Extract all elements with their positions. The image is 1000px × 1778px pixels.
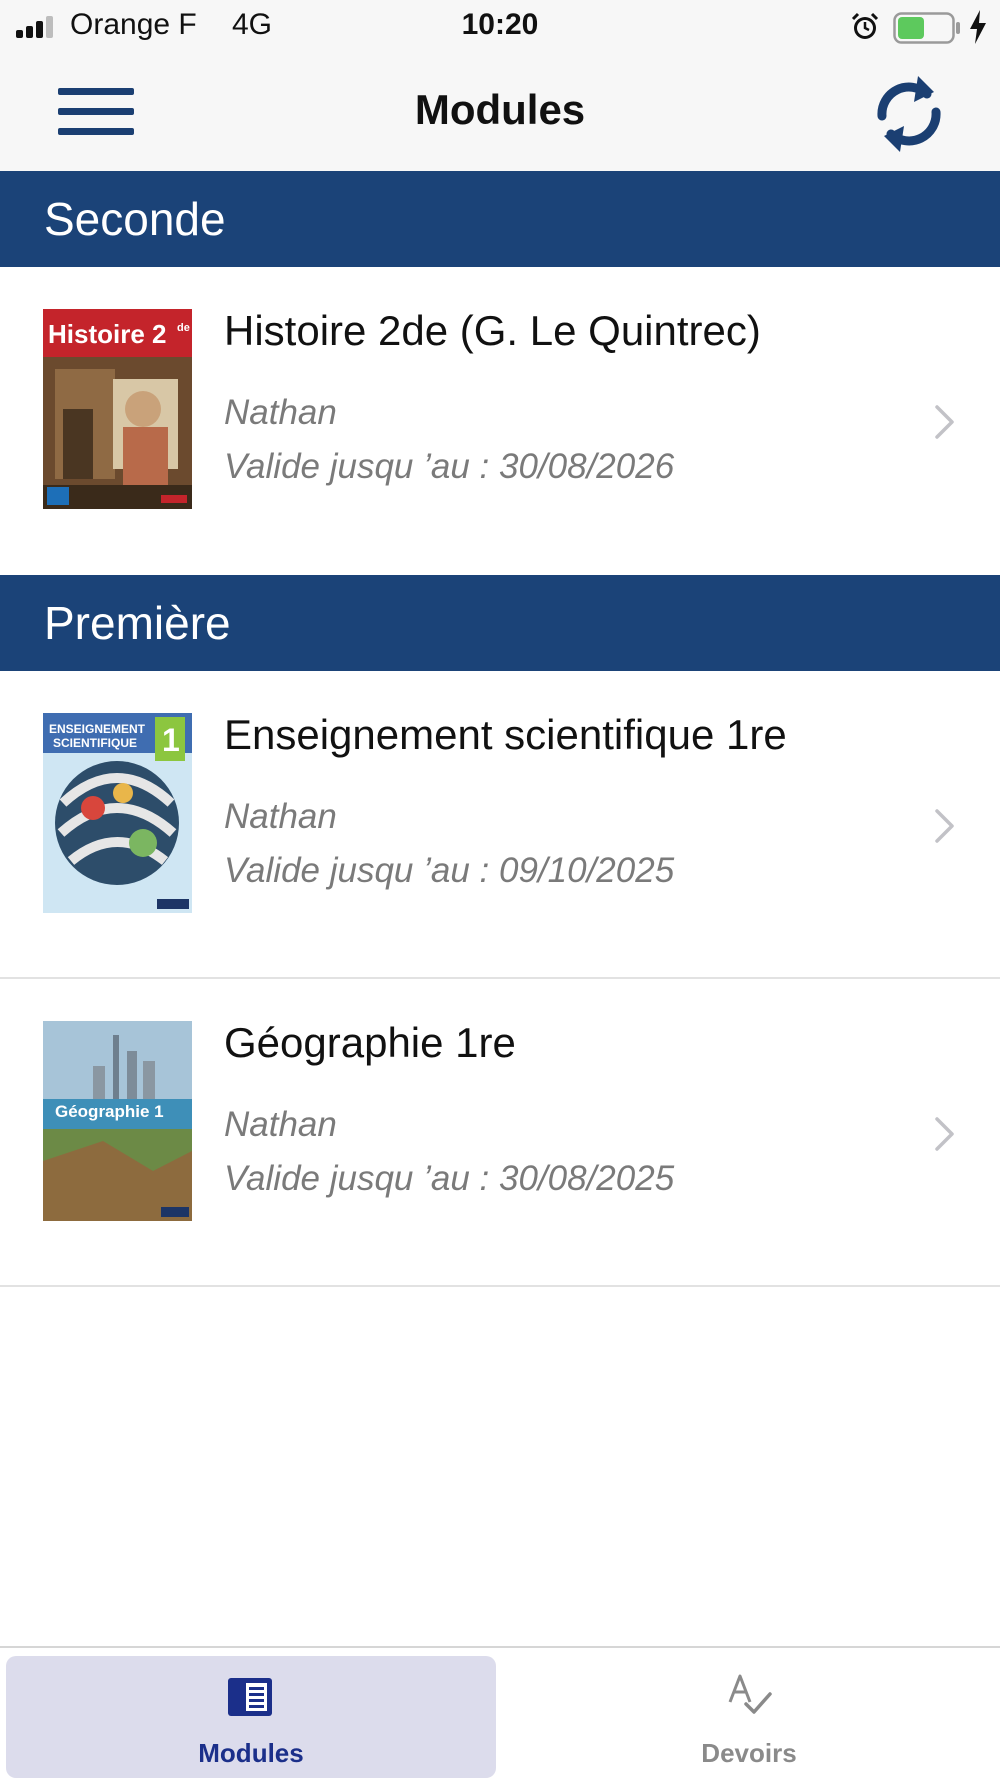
module-title: Enseignement scientifique 1re bbox=[224, 711, 787, 758]
module-publisher: Nathan bbox=[224, 393, 337, 432]
module-validity: Valide jusqu ’au : 09/10/2025 bbox=[224, 851, 675, 890]
svg-text:Histoire 2: Histoire 2 bbox=[48, 319, 167, 349]
chevron-right-icon bbox=[935, 405, 954, 439]
svg-text:ENSEIGNEMENT: ENSEIGNEMENT bbox=[49, 722, 146, 736]
module-row-geographie[interactable]: Géographie 1 Géographie 1re Nathan Valid… bbox=[0, 979, 1000, 1285]
tab-devoirs-label: Devoirs bbox=[701, 1738, 797, 1768]
svg-text:1: 1 bbox=[162, 722, 180, 758]
charging-icon bbox=[970, 10, 986, 44]
tab-modules[interactable]: Modules bbox=[6, 1656, 496, 1778]
section-header-premiere: Première bbox=[0, 575, 1000, 671]
page-title: Modules bbox=[414, 86, 586, 133]
svg-text:Géographie 1: Géographie 1 bbox=[55, 1102, 164, 1121]
refresh-icon[interactable] bbox=[872, 66, 946, 162]
row-divider bbox=[0, 1285, 1000, 1287]
status-bar: Orange F 4G 10:20 bbox=[0, 0, 1000, 56]
book-cover-geographie: Géographie 1 bbox=[43, 1021, 192, 1221]
spellcheck-icon bbox=[728, 1674, 772, 1714]
chevron-right-icon bbox=[935, 1117, 954, 1151]
section-header-seconde: Seconde bbox=[0, 171, 1000, 267]
module-validity: Valide jusqu ’au : 30/08/2025 bbox=[224, 1159, 675, 1198]
nav-bar: Modules bbox=[0, 56, 1000, 171]
module-publisher: Nathan bbox=[224, 797, 337, 836]
battery-icon bbox=[893, 12, 960, 44]
module-validity: Valide jusqu ’au : 30/08/2026 bbox=[224, 447, 675, 486]
alarm-icon bbox=[851, 12, 879, 39]
module-row-enseignement-scientifique[interactable]: ENSEIGNEMENT SCIENTIFIQUE 1 Enseignement… bbox=[0, 671, 1000, 977]
module-publisher: Nathan bbox=[224, 1105, 337, 1144]
book-cover-histoire: Histoire 2 de bbox=[43, 309, 192, 509]
svg-text:de: de bbox=[177, 322, 190, 334]
module-row-histoire[interactable]: Histoire 2 de Histoire 2de (G. Le Quintr… bbox=[0, 267, 1000, 575]
tab-modules-label: Modules bbox=[198, 1738, 304, 1768]
tab-bar: Modules Devoirs bbox=[0, 1646, 1000, 1778]
tab-devoirs[interactable]: Devoirs bbox=[504, 1656, 994, 1778]
book-icon bbox=[228, 1678, 272, 1716]
book-cover-enseignement-scientifique: ENSEIGNEMENT SCIENTIFIQUE 1 bbox=[43, 713, 192, 913]
chevron-right-icon bbox=[935, 809, 954, 843]
svg-text:SCIENTIFIQUE: SCIENTIFIQUE bbox=[53, 736, 137, 750]
module-title: Géographie 1re bbox=[224, 1019, 516, 1066]
module-title: Histoire 2de (G. Le Quintrec) bbox=[224, 307, 761, 354]
